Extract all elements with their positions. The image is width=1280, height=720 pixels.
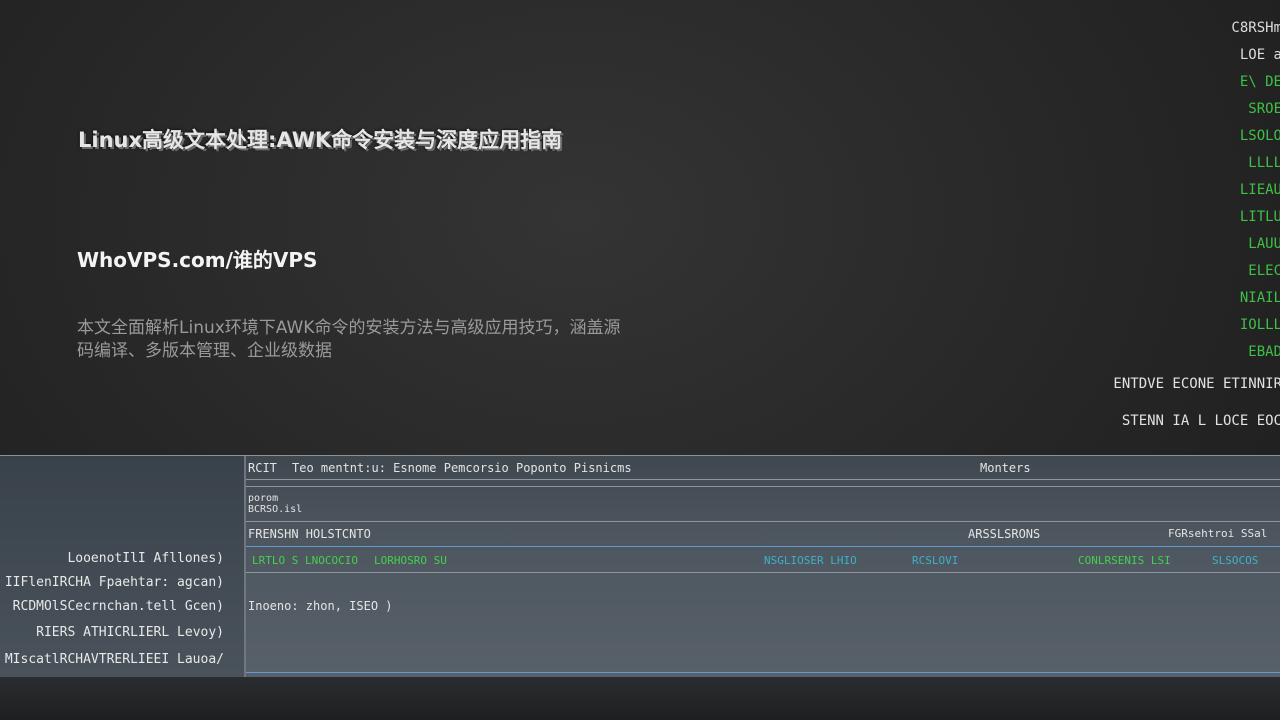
side-item: LITLU xyxy=(1239,209,1280,225)
side-panel: C8RSHm LOE a E\ DE SROE LSOLO LLLL LIEAU… xyxy=(1060,16,1280,446)
site-name[interactable]: WhoVPS.com/谁的VPS xyxy=(77,244,317,273)
bottom-shade xyxy=(0,677,1280,720)
terminal-sub1: porom xyxy=(248,493,279,504)
sidebar-row[interactable]: RIERS ATHICRLIERL Levoy) xyxy=(36,625,224,640)
side-item: LAUU xyxy=(1248,236,1280,252)
sidebar-row[interactable]: IIFlenIRCHA Fpaehtar: agcan) xyxy=(5,575,224,590)
sidebar-row[interactable]: MIscatlRCHAVTRERLIEEI Lauoa/ xyxy=(5,652,224,667)
terminal-sub2: BCRSO.isl xyxy=(248,504,303,515)
data-cell: SLSOCOS xyxy=(1212,554,1259,567)
terminal-header-text: Teo mentnt:u: Esnome Pemcorsio Poponto P… xyxy=(292,461,632,475)
terminal-sidebar: LooenotIlI Afllones) IIFlenIRCHA Fpaehta… xyxy=(0,456,246,678)
sidebar-row[interactable]: LooenotIlI Afllones) xyxy=(67,551,224,566)
side-item: LLLL xyxy=(1248,155,1280,171)
side-item: ELEC xyxy=(1248,263,1280,279)
data-cell: CONLRSENIS LSI xyxy=(1078,554,1171,567)
side-item: C8RSHm xyxy=(1231,20,1280,36)
divider xyxy=(246,486,1280,487)
side-item: LIEAU xyxy=(1239,182,1280,198)
sidebar-row[interactable]: RCDMOlSCecrnchan.tell Gcen) xyxy=(13,599,224,614)
section-left-label: FRENSHN HOLSTCNTO xyxy=(248,527,371,541)
side-item: IOLLL xyxy=(1239,317,1280,333)
divider xyxy=(246,546,1280,547)
section-right-label: FGRsehtroi SSal xyxy=(1168,527,1268,540)
side-item: E\ DE xyxy=(1239,74,1280,90)
divider xyxy=(246,521,1280,522)
side-item: NIAIL xyxy=(1239,290,1280,306)
side-item: LOE a xyxy=(1239,47,1280,63)
terminal-output: Inoeno: zhon, ISEO ) xyxy=(248,599,393,613)
data-cell: NSGLIOSER LHIO xyxy=(764,554,857,567)
article-title: Linux高级文本处理:AWK命令安装与深度应用指南 xyxy=(78,128,563,152)
divider xyxy=(246,672,1280,673)
section-mid-label: ARSSLSRONS xyxy=(968,527,1041,541)
side-item: LSOLO xyxy=(1239,128,1280,144)
article-description: 本文全面解析Linux环境下AWK命令的安装方法与高级应用技巧，涵盖源码编译、多… xyxy=(77,318,621,361)
side-footer: STENN IA L LOCE EOC xyxy=(1121,413,1280,429)
terminal-window: LooenotIlI Afllones) IIFlenIRCHA Fpaehta… xyxy=(0,455,1280,678)
side-item: SROE xyxy=(1248,101,1280,117)
divider xyxy=(246,572,1280,573)
terminal-header-left: RCIT xyxy=(248,461,277,475)
side-item: EBAD xyxy=(1248,344,1280,360)
terminal-header-right[interactable]: Monters xyxy=(980,461,1031,475)
data-cell: RCSLOVI xyxy=(912,554,959,567)
data-cell: LRTLO S LNOCOCIO xyxy=(252,554,358,567)
divider xyxy=(246,479,1280,480)
side-footer: ENTDVE ECONE ETINNIR xyxy=(1113,376,1280,392)
data-cell: LORHOSRO SU xyxy=(374,554,447,567)
